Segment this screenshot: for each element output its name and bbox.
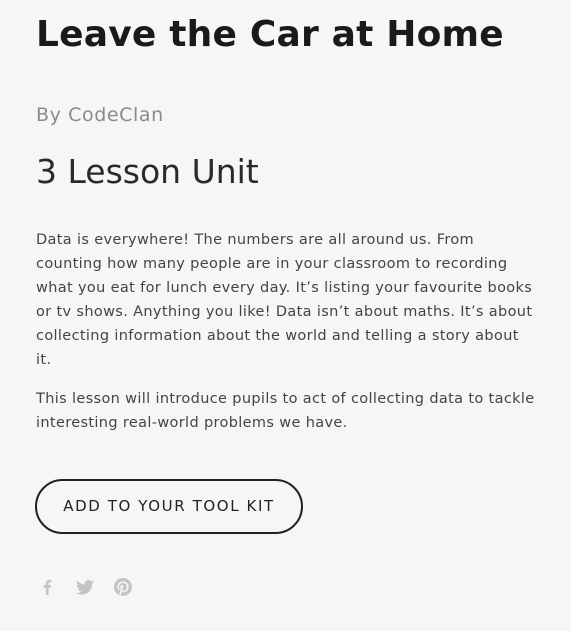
product-detail: Leave the Car at Home By CodeClan 3 Less… <box>0 0 571 631</box>
social-share-links <box>36 576 150 598</box>
add-to-tool-kit-button[interactable]: ADD TO YOUR TOOL KIT <box>35 479 303 534</box>
facebook-icon <box>43 579 52 595</box>
product-description: Data is everywhere! The numbers are all … <box>36 228 536 450</box>
share-facebook-link[interactable] <box>36 576 58 598</box>
twitter-icon <box>76 579 94 595</box>
product-title: Leave the Car at Home <box>36 14 504 55</box>
share-pinterest-link[interactable] <box>112 576 134 598</box>
pinterest-icon <box>114 578 132 596</box>
author-byline: By CodeClan <box>36 104 164 126</box>
unit-label: 3 Lesson Unit <box>36 152 259 191</box>
description-paragraph: Data is everywhere! The numbers are all … <box>36 232 533 368</box>
share-twitter-link[interactable] <box>74 576 96 598</box>
description-paragraph: This lesson will introduce pupils to act… <box>36 391 535 431</box>
